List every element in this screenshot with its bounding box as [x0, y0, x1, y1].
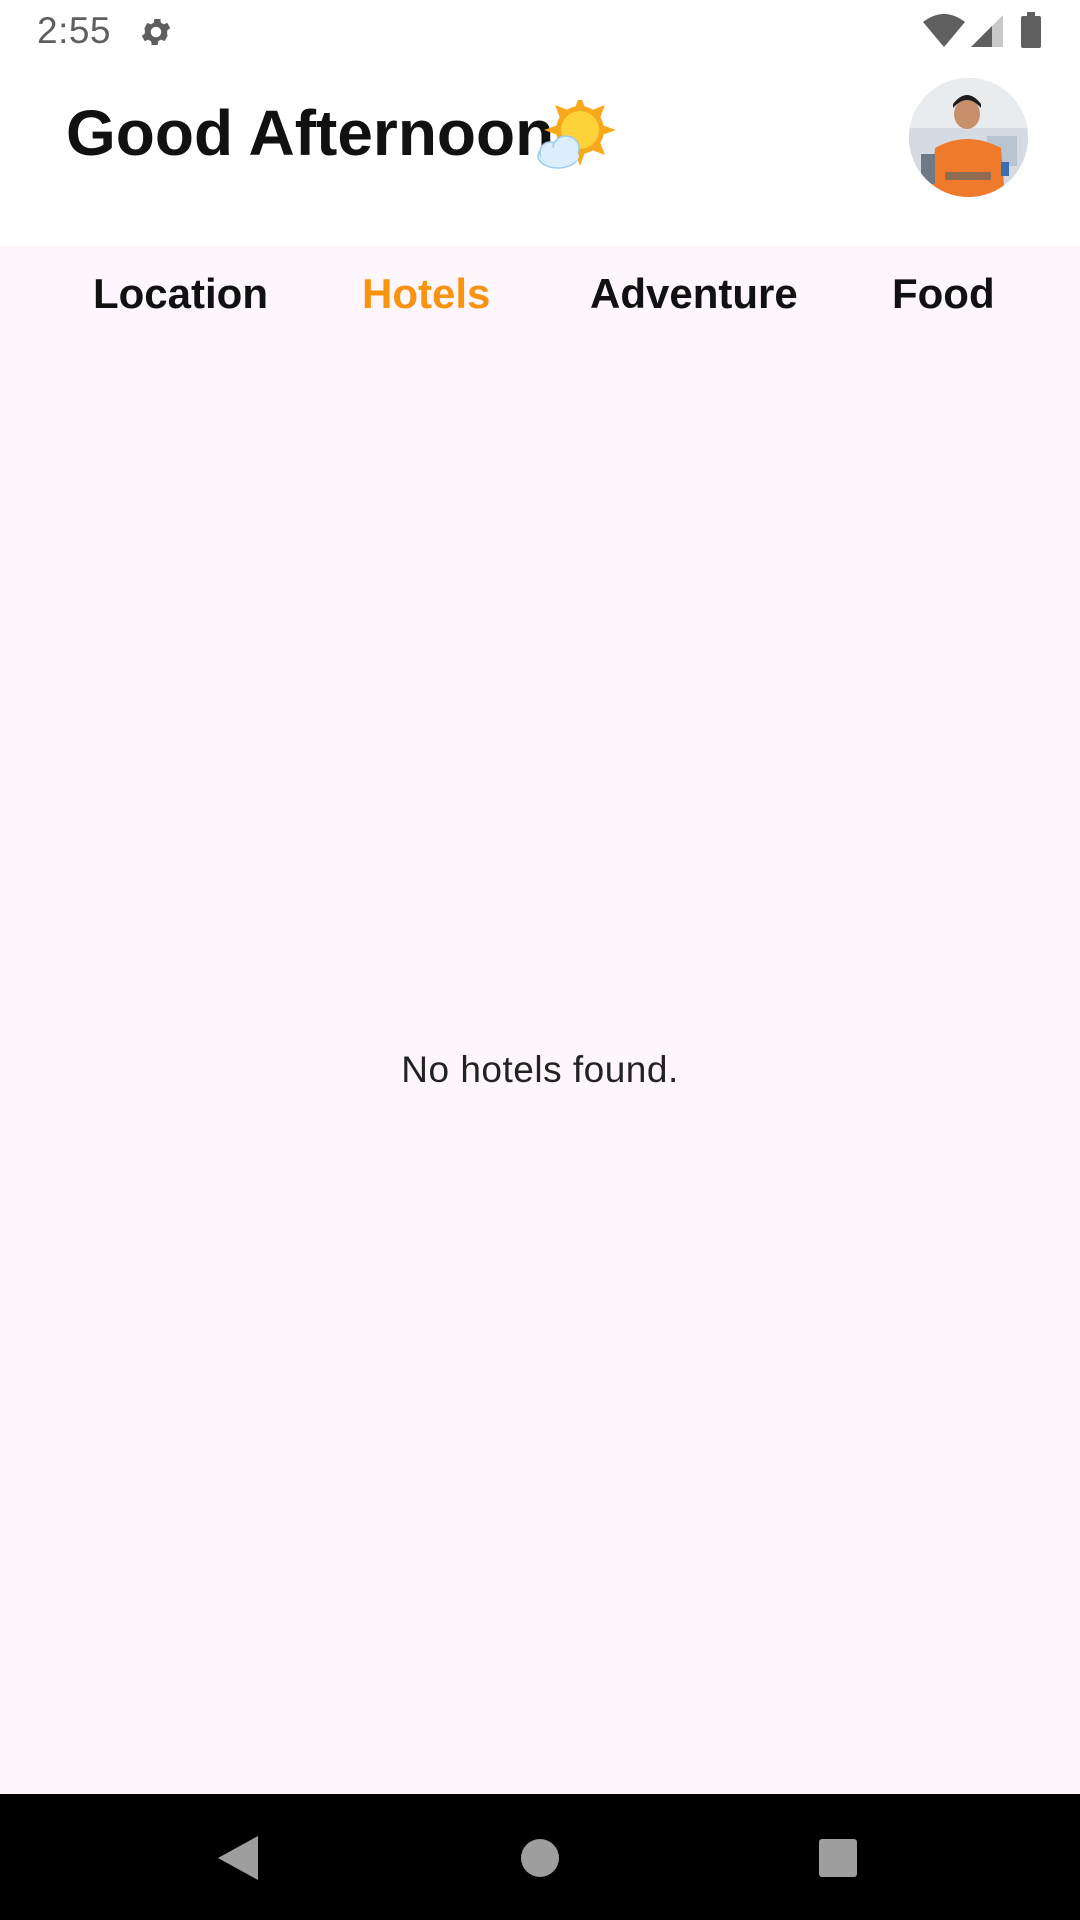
- cell-signal-icon: [971, 15, 1003, 47]
- tab-food[interactable]: Food: [892, 270, 995, 318]
- avatar-image: [909, 78, 1028, 197]
- greeting-title: Good Afternoon: [66, 97, 555, 169]
- sun-behind-cloud-icon: [537, 100, 616, 169]
- wifi-icon: [923, 14, 965, 47]
- gear-icon: [141, 18, 171, 46]
- navigation-bar: [0, 1794, 1080, 1920]
- recents-icon[interactable]: [818, 1838, 858, 1878]
- tab-adventure[interactable]: Adventure: [590, 270, 798, 318]
- empty-state-message: No hotels found.: [401, 1049, 679, 1090]
- avatar[interactable]: [909, 78, 1028, 197]
- home-icon[interactable]: [520, 1838, 560, 1878]
- tab-hotels[interactable]: Hotels: [362, 270, 490, 318]
- category-tabs: Location Hotels Adventure Food: [0, 246, 1080, 346]
- back-icon[interactable]: [216, 1834, 260, 1882]
- header: Good Afternoon: [0, 66, 1080, 246]
- status-time: 2:55: [37, 10, 112, 51]
- tab-location[interactable]: Location: [93, 270, 268, 318]
- screen: 2:55 Good Afternoon Location Hotels Adve…: [0, 0, 1080, 1920]
- status-bar: 2:55: [0, 0, 1080, 66]
- battery-icon: [1021, 12, 1041, 48]
